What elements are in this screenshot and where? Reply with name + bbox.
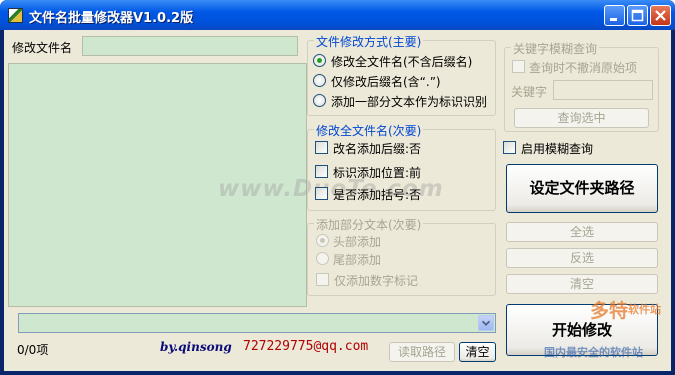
mode-ext-label[interactable]: 仅修改后缀名(含“.”) (331, 73, 441, 90)
set-folder-button[interactable]: 设定文件夹路径 (506, 164, 658, 213)
bracket-checkbox[interactable] (315, 187, 328, 200)
numeric-label[interactable]: 仅添加数字标记 (334, 272, 418, 289)
close-icon (655, 10, 666, 21)
title-bar[interactable]: 文件名批量修改器V1.0.2版 (0, 0, 675, 30)
mode-group-title: 文件修改方式(主要) (314, 33, 424, 50)
app-icon (8, 8, 23, 23)
read-path-button[interactable]: 读取路径 (389, 342, 455, 362)
keyword-label: 关键字 (511, 85, 548, 99)
position-label[interactable]: 标识添加位置:前 (333, 164, 421, 181)
full-group-title: 修改全文件名(次要) (314, 122, 424, 139)
keyword-input[interactable] (553, 80, 653, 100)
maximize-icon (631, 9, 644, 22)
watermark-subtitle: 国内最安全的软件站 (544, 346, 643, 359)
main-panel: 修改文件名 www.DuoTe.com 文件修改方式(主要) 修改全文件名(不含… (4, 30, 671, 371)
minimize-button[interactable] (604, 5, 625, 26)
mode-tag-radio[interactable] (313, 94, 326, 107)
query-selected-button[interactable]: 查询选中 (514, 108, 649, 128)
watermark-logo-small: 软件站 (628, 303, 661, 316)
clear-button[interactable]: 清空 (459, 342, 496, 362)
invert-selection-button[interactable]: 反选 (506, 248, 658, 268)
select-all-button[interactable]: 全选 (506, 222, 658, 242)
author-text: by.qinsong (160, 340, 232, 354)
clear-selection-button[interactable]: 清空 (506, 274, 658, 294)
combo-dropdown-button[interactable] (478, 315, 494, 331)
email-text: 727229775@qq.com (243, 339, 369, 354)
path-combo[interactable] (18, 313, 496, 333)
item-count: 0/0项 (17, 343, 49, 357)
bracket-label[interactable]: 是否添加括号:否 (333, 186, 421, 203)
watermark-logo: 多特 (590, 300, 629, 322)
mode-tag-label[interactable]: 添加一部分文本作为标识识别 (331, 93, 487, 110)
tail-radio[interactable] (316, 252, 329, 265)
suffix-label[interactable]: 改名添加后缀:否 (333, 140, 421, 157)
partial-group-title: 添加部分文本(次要) (314, 216, 424, 233)
head-label[interactable]: 头部添加 (333, 233, 381, 250)
suffix-checkbox[interactable] (315, 141, 328, 154)
keep-original-label[interactable]: 查询时不撤消原始项 (529, 59, 637, 76)
numeric-checkbox[interactable] (316, 273, 329, 286)
window-title: 文件名批量修改器V1.0.2版 (29, 11, 194, 26)
rename-input[interactable] (82, 36, 298, 56)
maximize-button[interactable] (627, 5, 648, 26)
rename-label: 修改文件名 (12, 41, 73, 55)
position-checkbox[interactable] (315, 165, 328, 178)
minimize-icon (610, 18, 617, 21)
mode-ext-radio[interactable] (313, 74, 326, 87)
fuzzy-label[interactable]: 启用模糊查询 (521, 140, 593, 157)
mode-full-label[interactable]: 修改全文件名(不含后缀名) (331, 53, 472, 70)
keep-original-checkbox[interactable] (512, 60, 525, 73)
fuzzy-checkbox[interactable] (503, 141, 516, 154)
close-button[interactable] (650, 5, 671, 26)
chevron-down-icon (481, 320, 491, 326)
app-window: 文件名批量修改器V1.0.2版 修改文件名 www.DuoTe.com 文件修改… (0, 0, 675, 375)
tail-label[interactable]: 尾部添加 (333, 251, 381, 268)
keyword-group-title: 关键字模糊查询 (511, 40, 600, 57)
mode-full-radio[interactable] (313, 54, 326, 67)
head-radio[interactable] (316, 234, 329, 247)
